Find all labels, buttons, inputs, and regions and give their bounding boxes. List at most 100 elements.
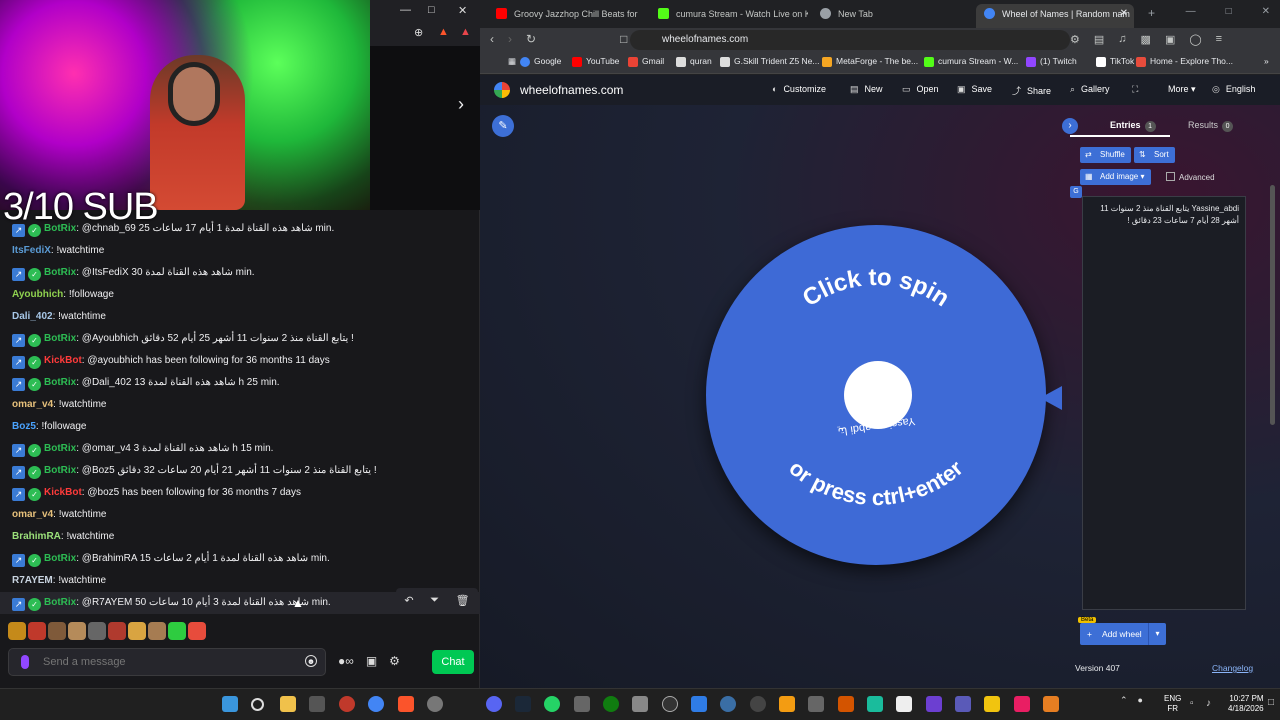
tab-results[interactable]: Results 0 [1188, 120, 1234, 132]
bookmark-quran[interactable]: quran [676, 56, 712, 67]
fullscreen-button[interactable]: ⛶ [1132, 84, 1144, 95]
minimize-icon[interactable]: — [400, 4, 411, 16]
app-icon[interactable] [309, 696, 325, 712]
settings-icon[interactable]: ⚙ [389, 654, 400, 668]
menu-share[interactable]: ⤴ Share [1012, 84, 1051, 97]
mic-icon[interactable]: ● [1138, 695, 1143, 706]
chat-username[interactable]: BotRix [44, 553, 76, 564]
app-icon[interactable] [896, 696, 912, 712]
menu-open[interactable]: ▭ Open [902, 84, 939, 95]
bookmark-gskill[interactable]: G.Skill Trident Z5 Ne... [720, 56, 820, 67]
chat-username[interactable]: KickBot [44, 355, 82, 366]
bookmark-home[interactable]: Home - Explore Tho... [1136, 56, 1233, 67]
app-icon[interactable] [339, 696, 355, 712]
menu-language[interactable]: ◎ English [1212, 84, 1255, 95]
more-bookmarks-icon[interactable]: » [1250, 56, 1269, 66]
app-icon[interactable] [808, 696, 824, 712]
tab-kick[interactable]: cumura Stream - Watch Live on Kick [650, 4, 808, 28]
chat-username[interactable]: R7AYEM [12, 575, 53, 586]
wallet-icon[interactable]: ▣ [1165, 33, 1175, 46]
chat-username[interactable]: omar_v4 [12, 399, 53, 410]
address-bar[interactable]: wheelofnames.com [630, 30, 1070, 50]
language-indicator[interactable]: ENG FR [1164, 694, 1181, 714]
edit-pencil-button[interactable]: ✎ [492, 115, 514, 137]
vpn-icon[interactable]: ◯ [1189, 33, 1201, 46]
app-icon[interactable] [838, 696, 854, 712]
app-icon[interactable] [750, 696, 766, 712]
tab-wheel-of-names[interactable]: Wheel of Names | Random nam ✕ [976, 4, 1134, 28]
changelog-link[interactable]: Changelog [1212, 663, 1253, 673]
new-tab-plus-icon[interactable]: + [1148, 6, 1155, 20]
chat-message[interactable]: BrahimRA: !watchtime [0, 526, 480, 548]
maximize-icon[interactable]: □ [428, 4, 435, 16]
discord-icon[interactable] [486, 696, 502, 712]
emote-icon[interactable] [128, 622, 146, 640]
menu-icon[interactable]: ≡ [1216, 33, 1222, 46]
app-icon[interactable] [691, 696, 707, 712]
mic-icon[interactable] [21, 655, 29, 669]
wheel-logo-icon[interactable] [494, 82, 510, 98]
network-icon[interactable]: ▫ [1190, 698, 1194, 709]
menu-customize[interactable]: ◐ Customize [772, 84, 826, 94]
chat-username[interactable]: KickBot [44, 487, 82, 498]
chat-message[interactable]: Boz5: !followage [0, 416, 480, 438]
page-scrollbar[interactable] [1270, 185, 1275, 425]
media-icon[interactable]: ♫ [1118, 33, 1126, 46]
chat-message[interactable]: Ayoubhich: !followage [0, 284, 480, 306]
close-icon[interactable]: ✕ [1262, 6, 1270, 17]
reload-icon[interactable]: ↻ [526, 32, 536, 46]
emote-icon[interactable] [168, 622, 186, 640]
chat-username[interactable]: omar_v4 [12, 509, 53, 520]
pin-icon[interactable]: ⏷ [430, 594, 439, 607]
minimize-icon[interactable]: — [1186, 6, 1196, 17]
chrome-icon[interactable] [368, 696, 384, 712]
xbox-icon[interactable] [603, 696, 619, 712]
chat-message[interactable]: ↗ ✓ BotRix: @BrahimRA 15 شاهد هذه القناة ل… [0, 548, 480, 570]
panel-icon[interactable]: ▩ [1141, 33, 1151, 46]
chevron-up-icon[interactable]: ⌃ [1120, 695, 1128, 706]
chat-username[interactable]: BotRix [44, 377, 76, 388]
entries-textarea[interactable]: Yassine_abdi يتابع القناة منذ 2 سنوات 11… [1082, 196, 1246, 610]
menu-new[interactable]: ▤ New [850, 84, 883, 95]
bookmark-kick[interactable]: cumura Stream - W... [924, 56, 1018, 67]
notification-icon[interactable]: □ [1268, 697, 1274, 708]
emote-icon[interactable] [88, 622, 106, 640]
reply-icon[interactable]: ↶ [404, 594, 413, 607]
chat-message[interactable]: omar_v4: !watchtime [0, 394, 480, 416]
extensions-icon[interactable]: ⚙ [1070, 33, 1080, 46]
chat-username[interactable]: BrahimRA [12, 531, 61, 542]
chat-username[interactable]: Dali_402 [12, 311, 53, 322]
sort-button[interactable]: ⇅ Sort [1134, 147, 1175, 163]
back-icon[interactable]: ‹ [490, 32, 494, 46]
chat-message[interactable]: ↗ ✓ BotRix: @Ayoubhich يتابع القناة منذ 2 … [0, 328, 480, 350]
send-chat-button[interactable]: Chat [432, 650, 474, 674]
chat-message[interactable]: ↗ ✓ BotRix: @Boz5 يتابع القناة منذ 2 سنوات… [0, 460, 480, 482]
app-icon[interactable] [720, 696, 736, 712]
forward-icon[interactable]: › [508, 32, 512, 46]
chat-username[interactable]: BotRix [44, 465, 76, 476]
file-explorer-icon[interactable] [280, 696, 296, 712]
emote-icon[interactable] [48, 622, 66, 640]
chat-message[interactable]: ↗ ✓ KickBot: @ayoubhich has been following… [0, 350, 480, 372]
brave-shield-icon[interactable]: ▲ [438, 26, 449, 38]
emoji-icon[interactable]: ☻ [305, 655, 317, 667]
emote-icon[interactable] [68, 622, 86, 640]
app-icon[interactable] [574, 696, 590, 712]
apps-icon[interactable]: ▦ [494, 56, 516, 67]
points-icon[interactable]: ●∞ [338, 654, 354, 668]
sidebar-icon[interactable]: ▤ [1094, 33, 1104, 46]
app-icon[interactable] [1043, 696, 1059, 712]
app-icon[interactable] [955, 696, 971, 712]
settings-icon[interactable] [427, 696, 443, 712]
close-tab-icon[interactable]: ✕ [1120, 4, 1128, 24]
add-image-button[interactable]: ▦ Add image ▾ [1080, 169, 1151, 185]
site-title[interactable]: wheelofnames.com [520, 83, 623, 97]
bookmark-google[interactable]: Google [520, 56, 561, 67]
maximize-icon[interactable]: □ [1226, 6, 1232, 17]
translate-icon[interactable]: G [1070, 186, 1082, 198]
bookmark-tiktok[interactable]: TikTok [1096, 56, 1134, 67]
app-icon[interactable] [662, 696, 678, 712]
tab-new[interactable]: New Tab [812, 4, 962, 28]
brave-icon[interactable] [398, 696, 414, 712]
chat-message[interactable]: ↗ ✓ BotRix: @omar_v4 3 شاهد هذه القناة لمد… [0, 438, 480, 460]
